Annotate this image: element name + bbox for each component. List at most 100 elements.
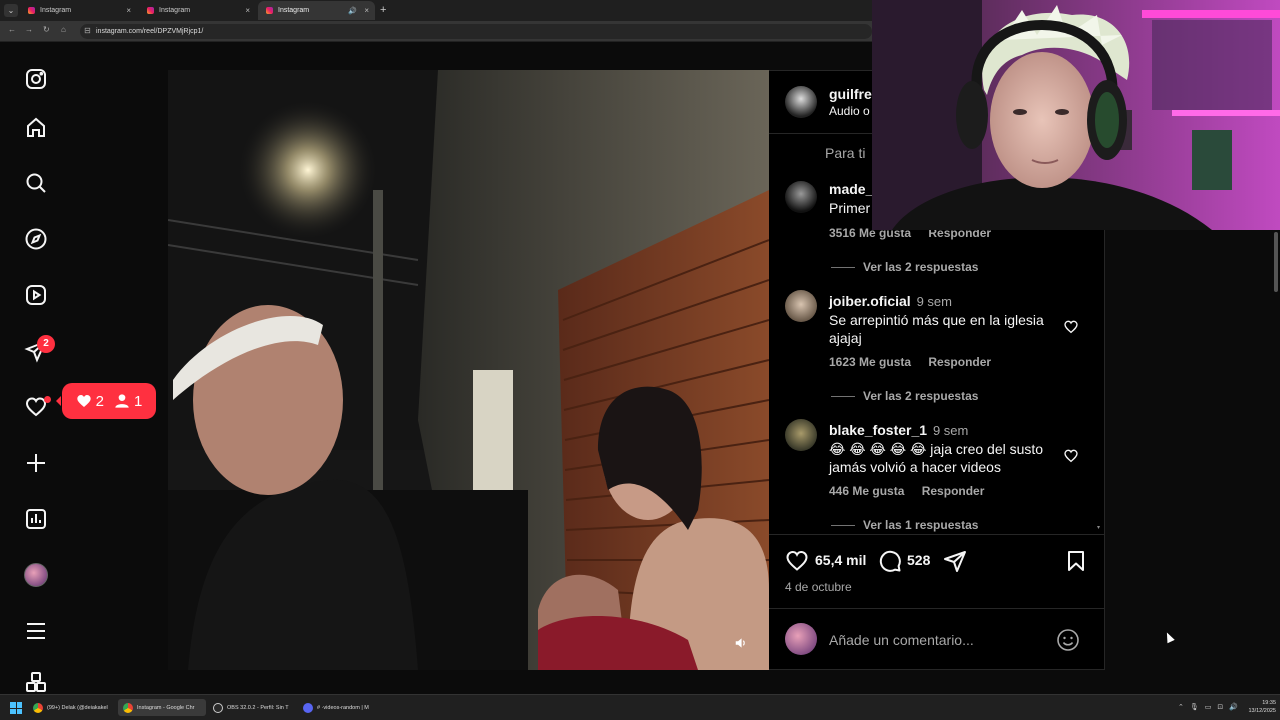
close-tab-icon[interactable]: × <box>126 6 131 15</box>
taskbar-item-chrome-2[interactable]: Instagram - Google Chr <box>118 699 206 716</box>
follows-notification: 1 <box>114 393 142 410</box>
tab-instagram-3[interactable]: Instagram 🔊 × <box>258 1 375 20</box>
explore-icon[interactable] <box>22 225 50 253</box>
taskbar-label: Instagram - Google Chr <box>137 704 195 711</box>
reels-icon[interactable] <box>22 281 50 309</box>
comment-input-placeholder: Añade un comentario... <box>829 632 974 648</box>
comment-avatar[interactable] <box>785 181 817 213</box>
new-tab-button[interactable]: + <box>380 4 386 16</box>
taskbar-item-discord[interactable]: # ·videos-random | M <box>298 699 386 716</box>
apps-icon[interactable] <box>22 672 50 692</box>
url-field[interactable]: instagram.com/reel/DPZVMjRjcp1/ <box>80 24 872 39</box>
activity-notification-pill[interactable]: 2 1 <box>56 383 156 419</box>
heart-icon <box>786 550 808 571</box>
comment-time: 9 sem <box>916 294 952 309</box>
share-button[interactable] <box>943 549 967 578</box>
like-comment-heart-icon[interactable] <box>1063 319 1079 340</box>
windows-start-icon[interactable] <box>10 702 22 714</box>
audio-link[interactable]: Audio o <box>829 104 870 118</box>
forward-icon[interactable]: → <box>25 25 33 34</box>
search-icon[interactable] <box>22 169 50 197</box>
instagram-logo-icon[interactable] <box>22 65 50 93</box>
webcam-image <box>872 0 1280 230</box>
create-icon[interactable] <box>22 449 50 477</box>
taskbar-item-obs[interactable]: OBS 32.0.2 - Perfil: Sin T <box>208 699 296 716</box>
tab-title: Instagram <box>40 7 72 14</box>
scroll-down-arrow[interactable]: ▾ <box>1097 525 1103 531</box>
author-username[interactable]: guilfre <box>829 86 872 102</box>
view-replies-button[interactable]: Ver las 1 respuestas <box>831 518 978 532</box>
taskbar-label: # ·videos-random | M <box>317 704 369 711</box>
comment-username[interactable]: made_ <box>829 181 873 197</box>
comment-like-count[interactable]: 446 Me gusta <box>829 484 904 498</box>
comment-header: blake_foster_1 9 sem <box>829 422 968 438</box>
home-browser-icon[interactable]: ⌂ <box>61 25 66 34</box>
notification-dot <box>44 396 51 403</box>
taskbar-label: OBS 32.0.2 - Perfil: Sin T <box>227 704 289 711</box>
comments-scrollbar[interactable]: ▾ <box>1097 230 1103 531</box>
page-scrollbar[interactable] <box>1274 232 1278 292</box>
comment-avatar[interactable] <box>785 290 817 322</box>
comment-avatar[interactable] <box>785 419 817 451</box>
emoji-picker-button[interactable] <box>1056 628 1080 657</box>
clock-date: 13/12/2025 <box>1248 708 1276 714</box>
clock-time: 19:35 <box>1262 700 1276 706</box>
tab-instagram-1[interactable]: Instagram × <box>20 1 137 20</box>
comment-text: Se arrepintió más que en la iglesia ajaj… <box>829 312 1044 346</box>
comment-username[interactable]: blake_foster_1 <box>829 422 927 438</box>
video-frame-image <box>168 70 769 670</box>
screen: { "browser": { "tabs": [ {"label": "Inst… <box>0 0 1280 720</box>
system-tray-icons[interactable]: ⌃🎙▭⊡🔊 <box>1178 703 1244 711</box>
follows-count: 1 <box>134 392 143 410</box>
chrome-icon <box>123 702 133 713</box>
instagram-favicon-icon <box>147 7 154 14</box>
author-avatar[interactable] <box>785 86 817 118</box>
discord-icon <box>303 702 313 713</box>
like-count[interactable]: 65,4 mil <box>815 552 866 568</box>
comment-username[interactable]: joiber.oficial <box>829 293 911 309</box>
taskbar-item-chrome-1[interactable]: (99+) Delak (@deiakakel <box>28 699 116 716</box>
reply-button[interactable]: Responder <box>922 484 985 498</box>
like-button[interactable] <box>785 549 809 578</box>
comment-time: 9 sem <box>932 423 969 438</box>
speaker-icon[interactable]: 🔊 <box>348 7 357 15</box>
reel-video[interactable] <box>168 70 769 670</box>
mute-toggle-icon[interactable] <box>734 636 748 653</box>
like-comment-heart-icon[interactable] <box>1063 448 1079 469</box>
comment-input[interactable]: Añade un comentario... <box>829 632 1049 648</box>
back-icon[interactable]: ← <box>8 25 16 34</box>
taskbar-clock[interactable]: 19:35 13/12/2025 <box>1236 699 1276 715</box>
chrome-icon <box>33 702 43 713</box>
messages-badge: 2 <box>37 335 55 353</box>
instagram-favicon-icon <box>28 7 35 14</box>
comment-count: 528 <box>907 552 931 568</box>
home-icon[interactable] <box>22 114 50 142</box>
comment-sort-dropdown[interactable]: Para ti <box>825 145 865 161</box>
likes-count: 2 <box>95 392 104 410</box>
taskbar-label: (99+) Delak (@deiakakel <box>47 704 108 711</box>
likes-notification: 2 <box>76 393 104 410</box>
url-text: instagram.com/reel/DPZVMjRjcp1/ <box>96 28 204 35</box>
smiley-icon <box>1057 629 1079 651</box>
comment-text: 😂 😂 😂 😂 😂 jaja creo del susto jamás volv… <box>829 441 1044 475</box>
site-info-icon[interactable]: ⊟ <box>84 26 91 35</box>
comment-like-count[interactable]: 1623 Me gusta <box>829 355 911 369</box>
save-button[interactable] <box>1064 549 1088 578</box>
profile-avatar[interactable] <box>24 563 48 587</box>
close-tab-icon[interactable]: × <box>245 6 250 15</box>
menu-icon[interactable] <box>22 617 50 645</box>
divider <box>769 534 1104 535</box>
post-date: 4 de octubre <box>785 580 852 594</box>
instagram-favicon-icon <box>266 7 273 14</box>
close-tab-icon[interactable]: × <box>364 6 369 15</box>
reply-button[interactable]: Responder <box>928 355 991 369</box>
comment-button[interactable] <box>878 549 902 578</box>
view-replies-button[interactable]: Ver las 2 respuestas <box>831 389 978 403</box>
view-replies-button[interactable]: Ver las 2 respuestas <box>831 260 978 274</box>
heart-filled-icon <box>76 395 91 407</box>
tab-search-button[interactable]: ⌄ <box>4 4 18 17</box>
dashboard-icon[interactable] <box>22 505 50 533</box>
streamer-webcam <box>872 0 1280 230</box>
tab-instagram-2[interactable]: Instagram × <box>139 1 256 20</box>
reload-icon[interactable]: ↻ <box>43 25 50 34</box>
